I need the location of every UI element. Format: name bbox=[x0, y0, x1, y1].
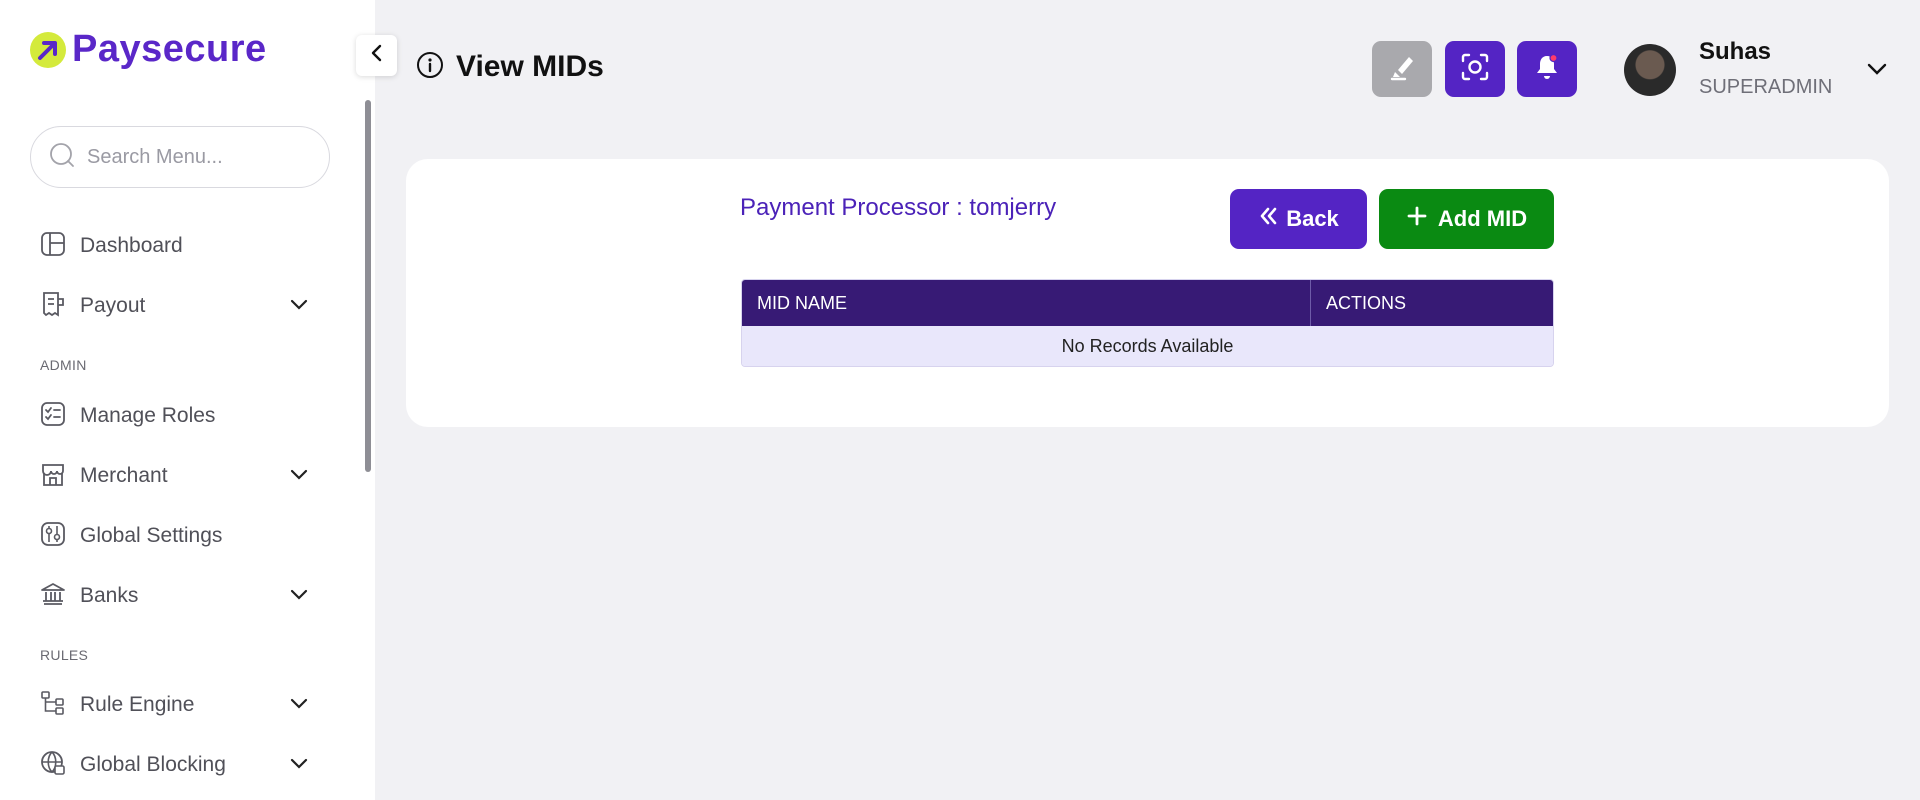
sidebar-item-label: Dashboard bbox=[80, 234, 183, 257]
bell-icon bbox=[1532, 52, 1562, 87]
page-title-text: View MIDs bbox=[456, 50, 604, 83]
user-name: Suhas bbox=[1699, 38, 1772, 65]
sidebar-collapse-button[interactable] bbox=[356, 35, 397, 76]
column-header-mid-name[interactable]: MID NAME bbox=[742, 280, 1311, 326]
sidebar-item-label: Global Settings bbox=[80, 524, 223, 547]
clear-button[interactable] bbox=[1372, 41, 1432, 97]
back-button-label: Back bbox=[1286, 206, 1339, 231]
sidebar-item-merchant[interactable]: Merchant bbox=[40, 456, 310, 496]
sidebar-item-dashboard[interactable]: Dashboard bbox=[40, 226, 310, 266]
column-header-actions[interactable]: ACTIONS bbox=[1311, 280, 1553, 326]
brand-name: Paysecure bbox=[72, 28, 267, 70]
user-role: SUPERADMIN bbox=[1699, 76, 1833, 98]
bank-icon bbox=[40, 581, 66, 612]
dashboard-icon bbox=[40, 231, 66, 262]
mid-table: MID NAME ACTIONS No Records Available bbox=[741, 279, 1554, 367]
chevron-down-icon[interactable] bbox=[288, 294, 310, 321]
search-input[interactable] bbox=[87, 145, 307, 169]
chevron-down-icon[interactable] bbox=[288, 693, 310, 720]
sidebar-item-rule-engine[interactable]: Rule Engine bbox=[40, 685, 310, 725]
checklist-icon bbox=[40, 401, 66, 432]
chevron-down-icon[interactable] bbox=[288, 584, 310, 611]
processor-label: Payment Processor : bbox=[740, 194, 970, 221]
logo-arrow-icon bbox=[30, 31, 66, 68]
search-icon bbox=[49, 142, 75, 173]
sidebar-item-payout[interactable]: Payout bbox=[40, 286, 310, 326]
eraser-icon bbox=[1387, 52, 1417, 87]
sidebar-item-manage-roles[interactable]: Manage Roles bbox=[40, 396, 310, 436]
chevron-down-icon[interactable] bbox=[288, 753, 310, 780]
sidebar-item-banks[interactable]: Banks bbox=[40, 576, 310, 616]
store-icon bbox=[40, 461, 66, 492]
plus-icon bbox=[1406, 205, 1428, 233]
info-icon bbox=[416, 51, 444, 84]
chevron-down-icon[interactable] bbox=[1864, 56, 1890, 87]
sidebar-item-label: Payout bbox=[80, 294, 146, 317]
sidebar-item-label: Banks bbox=[80, 584, 139, 607]
brand-logo[interactable]: Paysecure bbox=[30, 28, 267, 71]
sidebar-item-global-blocking[interactable]: Global Blocking bbox=[40, 745, 310, 785]
notifications-button[interactable] bbox=[1517, 41, 1577, 97]
globe-block-icon bbox=[40, 750, 66, 781]
receipt-icon bbox=[40, 291, 66, 322]
sidebar-item-label: Merchant bbox=[80, 464, 168, 487]
scan-button[interactable] bbox=[1445, 41, 1505, 97]
avatar[interactable] bbox=[1624, 44, 1676, 96]
empty-state-message: No Records Available bbox=[742, 326, 1553, 366]
chevron-down-icon[interactable] bbox=[288, 464, 310, 491]
sidebar-item-label: Manage Roles bbox=[80, 404, 216, 427]
search-box[interactable] bbox=[30, 126, 330, 188]
processor-name: tomjerry bbox=[969, 194, 1057, 221]
settings-sliders-icon bbox=[40, 521, 66, 552]
chevrons-left-icon bbox=[1258, 205, 1280, 233]
chevron-left-icon bbox=[367, 43, 387, 68]
add-mid-button[interactable]: Add MID bbox=[1379, 189, 1554, 249]
back-button[interactable]: Back bbox=[1230, 189, 1367, 249]
add-mid-button-label: Add MID bbox=[1437, 206, 1528, 231]
payment-processor-heading: Payment Processor : tomjerry bbox=[740, 194, 1056, 222]
sidebar-scrollbar[interactable] bbox=[365, 100, 371, 472]
section-label-admin: ADMIN bbox=[40, 357, 87, 373]
sidebar-item-label: Global Blocking bbox=[80, 753, 226, 776]
section-label-rules: RULES bbox=[40, 647, 89, 663]
hierarchy-icon bbox=[40, 690, 66, 721]
scan-icon bbox=[1460, 52, 1490, 87]
table-header: MID NAME ACTIONS bbox=[742, 280, 1553, 326]
sidebar: Paysecure Dashboard Payout ADMIN Manage … bbox=[0, 0, 375, 800]
sidebar-item-label: Rule Engine bbox=[80, 693, 195, 716]
sidebar-item-global-settings[interactable]: Global Settings bbox=[40, 516, 310, 556]
page-title: View MIDs bbox=[416, 50, 604, 84]
